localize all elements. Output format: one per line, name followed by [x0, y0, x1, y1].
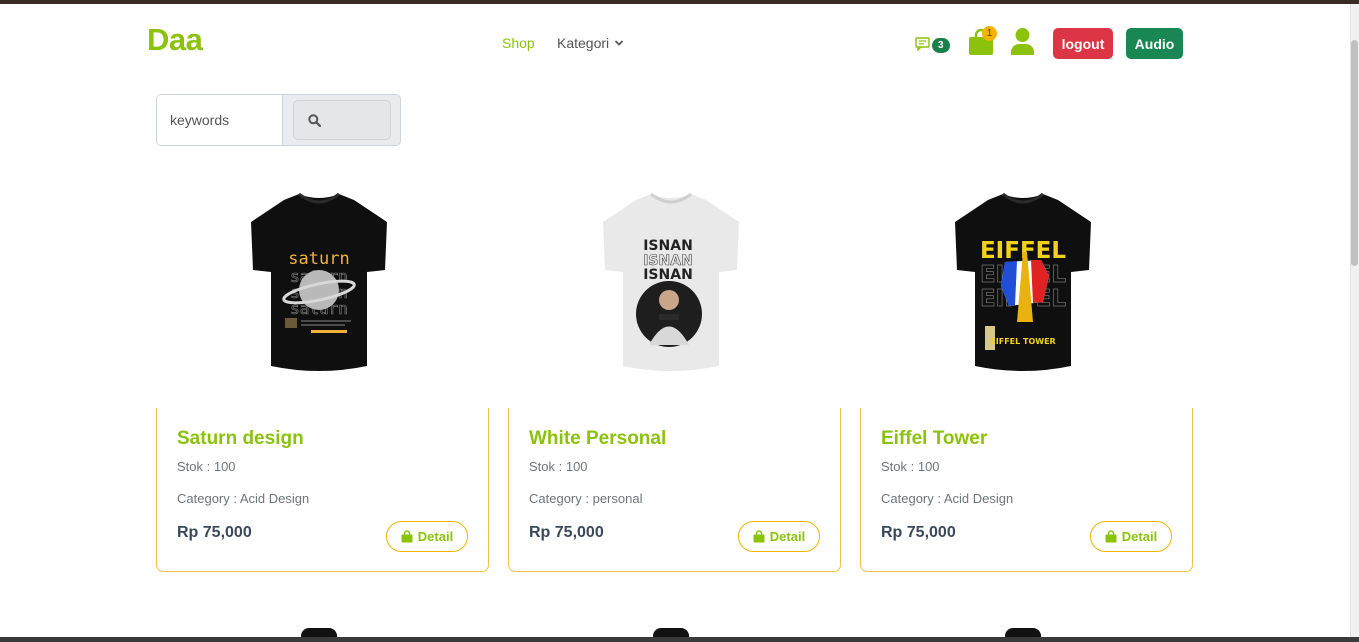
detail-label: Detail	[1121, 529, 1158, 544]
product-name[interactable]: Eiffel Tower	[881, 428, 987, 450]
product-stock: Stok : 100	[177, 459, 236, 474]
detail-button[interactable]: Detail	[738, 521, 820, 552]
product-stock: Stok : 100	[529, 459, 588, 474]
vertical-scrollbar[interactable]	[1350, 4, 1359, 637]
search-icon	[307, 113, 321, 127]
nav-kategori-label: Kategori	[557, 35, 610, 51]
product-price: Rp 75,000	[881, 524, 956, 541]
product-category: Category : personal	[529, 491, 643, 506]
window-top-border	[0, 0, 1359, 4]
shopping-bag-icon	[401, 530, 413, 543]
detail-button[interactable]: Detail	[386, 521, 468, 552]
user-icon	[1011, 28, 1034, 55]
logout-button[interactable]: logout	[1053, 28, 1113, 59]
cart-count-badge: 1	[982, 26, 997, 41]
brand-logo[interactable]: Daa	[147, 22, 203, 58]
nav-shop-link[interactable]: Shop	[502, 35, 535, 51]
shirt-print-text: saturn	[288, 249, 349, 269]
chat-button[interactable]: 3	[915, 35, 950, 53]
shirt-print-text: ISNAN	[643, 238, 693, 254]
product-card: Eiffel Tower Stok : 100 Category : Acid …	[860, 408, 1193, 572]
detail-button[interactable]: Detail	[1090, 521, 1172, 552]
product-price: Rp 75,000	[177, 524, 252, 541]
chat-count-badge: 3	[932, 38, 950, 53]
product-category: Category : Acid Design	[881, 491, 1014, 506]
cart-button[interactable]: 1	[968, 26, 997, 57]
search-form	[156, 94, 401, 146]
shopping-bag-icon	[753, 530, 765, 543]
scrollbar-thumb[interactable]	[1351, 40, 1358, 266]
audio-button[interactable]: Audio	[1126, 28, 1183, 59]
nav-kategori-dropdown[interactable]: Kategori	[557, 35, 624, 51]
user-account-button[interactable]	[1010, 27, 1035, 61]
search-input[interactable]	[157, 95, 282, 145]
chat-icon	[915, 37, 930, 51]
window-bottom-border	[0, 637, 1359, 642]
svg-text:EIFFEL TOWER: EIFFEL TOWER	[990, 337, 1055, 346]
product-price: Rp 75,000	[529, 524, 604, 541]
shopping-bag-icon	[1105, 530, 1117, 543]
product-stock: Stok : 100	[881, 459, 940, 474]
product-image-white-personal[interactable]: ISNAN ISNAN ISNAN	[591, 190, 751, 380]
detail-label: Detail	[417, 529, 454, 544]
chevron-down-icon	[615, 40, 624, 46]
product-image-eiffel[interactable]: EIFFEL EIFFEL EIFFEL EIFFEL TOWER	[943, 190, 1103, 380]
product-name[interactable]: White Personal	[529, 428, 666, 450]
product-category: Category : Acid Design	[177, 491, 310, 506]
product-name[interactable]: Saturn design	[177, 428, 304, 450]
product-card: Saturn design Stok : 100 Category : Acid…	[156, 408, 489, 572]
search-addon	[282, 95, 400, 145]
product-card: White Personal Stok : 100 Category : per…	[508, 408, 841, 572]
search-button[interactable]	[292, 100, 391, 140]
product-image-saturn[interactable]: saturn saturn saturn saturn	[239, 190, 399, 380]
svg-text:ISNAN: ISNAN	[643, 267, 693, 283]
detail-label: Detail	[769, 529, 806, 544]
